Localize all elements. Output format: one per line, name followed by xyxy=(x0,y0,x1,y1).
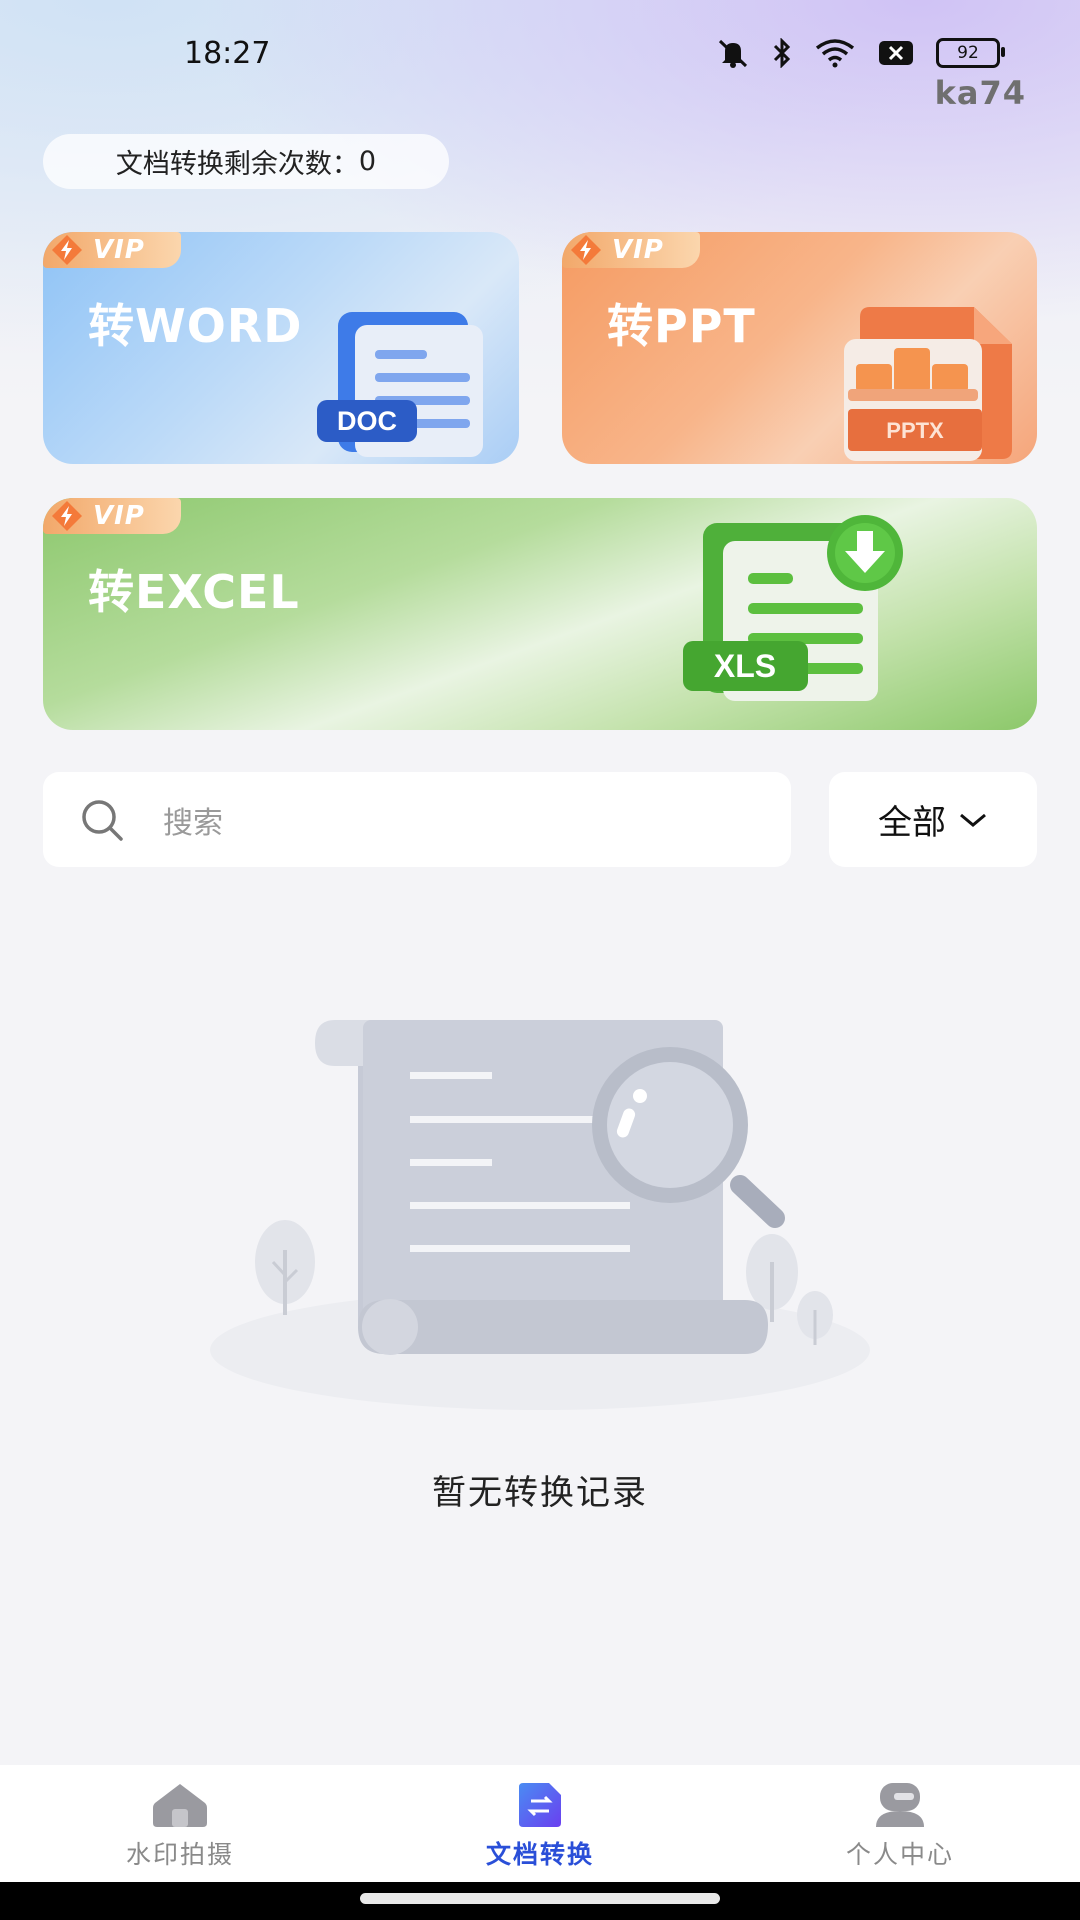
convert-ppt-card[interactable]: VIP 转PPT PPTX xyxy=(562,232,1037,464)
tab-profile[interactable]: 个人中心 xyxy=(720,1765,1080,1882)
home-icon xyxy=(153,1784,207,1827)
search-input[interactable]: 搜索 xyxy=(43,772,791,867)
file-tag-xls: XLS xyxy=(714,648,776,684)
quota-count: 0 xyxy=(358,146,377,177)
lightning-icon xyxy=(52,235,82,265)
no-sim-icon xyxy=(879,41,913,65)
watermark-text: ka74 xyxy=(934,74,1026,112)
file-tag-pptx: PPTX xyxy=(886,418,944,443)
empty-state-text: 暂无转换记录 xyxy=(432,1473,648,1513)
card-title: 转EXCEL xyxy=(88,565,300,619)
file-tag-doc: DOC xyxy=(337,406,397,436)
convert-doc-icon xyxy=(519,1783,561,1827)
quota-label: 文档转换剩余次数： xyxy=(115,149,359,180)
profile-icon xyxy=(876,1783,924,1827)
conversion-quota: 文档转换剩余次数： 0 xyxy=(43,134,449,189)
bottom-navigation: 水印拍摄 文档转换 个人中心 xyxy=(0,1765,1080,1882)
vip-badge: VIP xyxy=(43,232,181,268)
card-title: 转WORD xyxy=(88,299,303,353)
chevron-down-icon xyxy=(960,813,986,827)
lightning-icon xyxy=(571,235,601,265)
convert-word-card[interactable]: VIP 转WORD DOC xyxy=(43,232,519,464)
vip-badge: VIP xyxy=(562,232,700,268)
convert-excel-card[interactable]: VIP 转EXCEL XLS xyxy=(43,498,1037,730)
xls-file-icon: XLS xyxy=(683,515,903,701)
filter-dropdown[interactable]: 全部 xyxy=(829,772,1037,867)
home-gesture-bar[interactable] xyxy=(360,1893,720,1904)
empty-records-illustration xyxy=(210,1020,870,1410)
status-icons: 92 xyxy=(716,38,1005,68)
bluetooth-icon xyxy=(773,38,791,68)
lightning-icon xyxy=(52,501,82,531)
doc-file-icon: DOC xyxy=(317,312,483,457)
tab-document-convert[interactable]: 文档转换 xyxy=(360,1765,720,1882)
vip-badge: VIP xyxy=(43,498,181,534)
mute-icon xyxy=(718,39,748,68)
search-icon xyxy=(82,799,123,841)
pptx-file-icon: PPTX xyxy=(844,307,1012,461)
battery-indicator: 92 xyxy=(936,38,1005,68)
card-title: 转PPT xyxy=(607,299,756,353)
filter-label: 全部 xyxy=(878,803,946,843)
status-time: 18:27 xyxy=(184,36,271,71)
search-placeholder: 搜索 xyxy=(163,805,223,841)
wifi-icon xyxy=(815,39,855,68)
tab-watermark-capture[interactable]: 水印拍摄 xyxy=(0,1765,360,1882)
